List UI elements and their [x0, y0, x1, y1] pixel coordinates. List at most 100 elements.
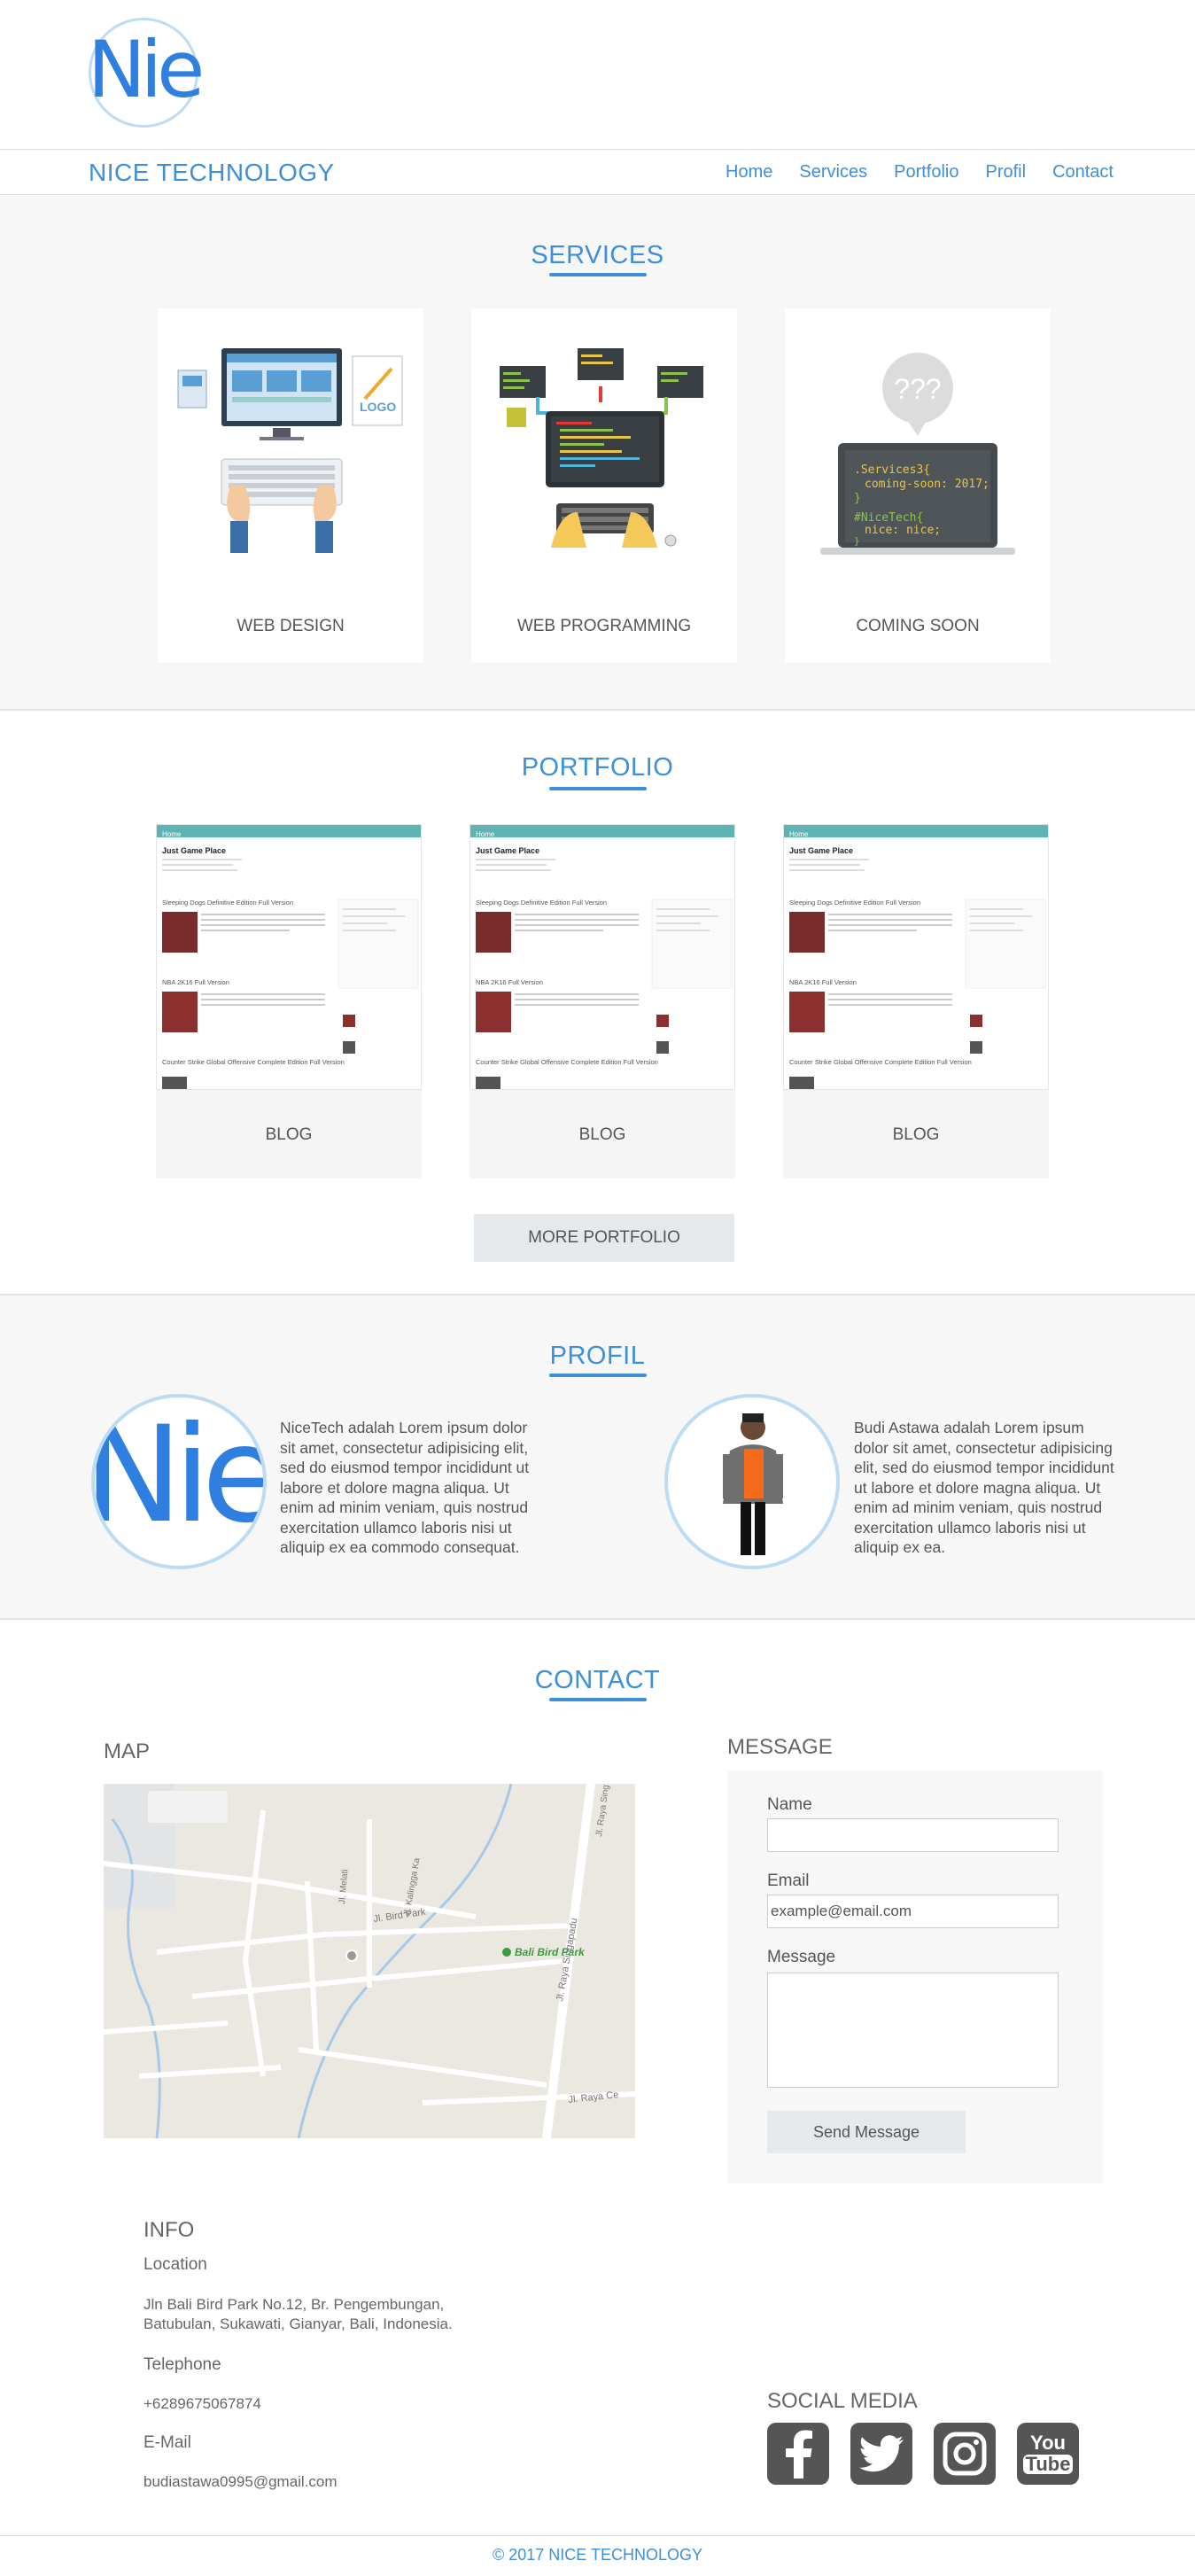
location-line-1: Jln Bali Bird Park No.12, Br. Pengembung…	[144, 2296, 445, 2313]
budi-avatar	[664, 1394, 840, 1569]
map-title: MAP	[104, 1739, 151, 1763]
code-line-2: coming-soon: 2017;	[865, 478, 989, 491]
profil-title: PROFIL	[549, 1342, 646, 1370]
youtube-icon-text-2: Tube	[1022, 2455, 1074, 2474]
instagram-icon[interactable]	[934, 2423, 996, 2485]
portfolio-card-2[interactable]: Home Just Game Place Sleeping Dogs Defin…	[469, 824, 735, 1179]
more-portfolio-button[interactable]: MORE PORTFOLIO	[474, 1214, 734, 1262]
location-label: Location	[144, 2255, 207, 2274]
map-label-poi: Bali Bird Park	[515, 1946, 586, 1958]
code-line-6: }	[854, 535, 860, 547]
send-message-button[interactable]: Send Message	[767, 2111, 966, 2153]
portfolio-label-2: BLOG	[578, 1125, 626, 1144]
message-form: Name Email Message Send Message	[727, 1771, 1103, 2183]
service-card-web-design[interactable]: LOGO WEB DESIGN	[158, 308, 423, 663]
thumb-content: Sleeping Dogs Definitive Edition Full Ve…	[789, 859, 1046, 1089]
services-title: SERVICES	[531, 241, 664, 269]
facebook-icon[interactable]	[767, 2423, 829, 2485]
coming-soon-illustration: ??? .Services3{ coming-soon: 2017; } #Ni…	[820, 353, 1015, 555]
web-design-illustration: LOGO	[177, 348, 403, 553]
thumb-content: Sleeping Dogs Definitive Edition Full Ve…	[162, 859, 419, 1089]
nicetech-avatar: Nie	[91, 1394, 267, 1569]
site-logo-text: Nie	[87, 24, 205, 115]
thumb-navbar: Home	[157, 825, 421, 838]
portfolio-label-3: BLOG	[892, 1125, 940, 1144]
contact-underline	[548, 1698, 647, 1701]
contact-section: CONTACT MAP Jl. Bird Park Bali Bird Park…	[0, 1620, 1195, 2536]
map-widget[interactable]: Jl. Bird Park Bali Bird Park Jl. Raya Si…	[104, 1784, 635, 2138]
person-icon	[723, 1413, 783, 1555]
nav-services[interactable]: Services	[799, 162, 867, 183]
thumb-post-1: Sleeping Dogs Definitive Edition Full Ve…	[162, 899, 293, 907]
nav-contact[interactable]: Contact	[1052, 162, 1114, 183]
thumb-content: Sleeping Dogs Definitive Edition Full Ve…	[476, 859, 733, 1089]
navbar: NICE TECHNOLOGY Home Services Portfolio …	[0, 149, 1195, 195]
portfolio-underline	[548, 787, 647, 790]
code-line-5: nice: nice;	[865, 524, 941, 537]
location-line-2: Batubulan, Sukawati, Gianyar, Bali, Indo…	[144, 2315, 453, 2332]
email-value[interactable]: budiastawa0995@gmail.com	[144, 2472, 338, 2492]
code-line-1: .Services3{	[854, 463, 930, 477]
portfolio-section: PORTFOLIO Home Just Game Place Sleeping …	[0, 711, 1195, 1296]
budi-description: Budi Astawa adalah Lorem ipsum dolor sit…	[854, 1419, 1114, 1556]
twitter-icon[interactable]	[850, 2423, 912, 2485]
thumb-post-3: Counter Strike Global Offensive Complete…	[162, 1058, 345, 1066]
code-line-3: }	[854, 492, 861, 505]
services-underline	[548, 273, 647, 276]
name-input[interactable]	[767, 1818, 1059, 1852]
nicetech-description: NiceTech adalah Lorem ipsum dolor sit am…	[280, 1419, 530, 1556]
message-label: Message	[767, 1948, 836, 1966]
portfolio-thumbnail[interactable]: Home Just Game Place Sleeping Dogs Defin…	[156, 824, 422, 1090]
services-section: SERVICES LOGO WEB DESIGN WEB PROGRAMMING…	[0, 195, 1195, 711]
service-label-web-programming: WEB PROGRAMMING	[516, 617, 692, 635]
email-info-label: E-Mail	[144, 2433, 191, 2452]
brand-name[interactable]: NICE TECHNOLOGY	[89, 159, 335, 187]
telephone-value[interactable]: +6289675067874	[144, 2394, 261, 2414]
thumb-post-3: Counter Strike Global Offensive Complete…	[476, 1058, 658, 1066]
thumb-post-1: Sleeping Dogs Definitive Edition Full Ve…	[789, 899, 920, 907]
web-programming-illustration	[500, 348, 703, 548]
portfolio-title: PORTFOLIO	[521, 753, 674, 782]
logo-band: Nie	[0, 0, 1195, 149]
thumb-post-3: Counter Strike Global Offensive Complete…	[789, 1058, 972, 1066]
map-canvas[interactable]: Jl. Bird Park Bali Bird Park Jl. Raya Si…	[104, 1784, 635, 2138]
message-title: MESSAGE	[727, 1735, 833, 1759]
youtube-icon-text-1: You	[1030, 2432, 1066, 2454]
thumb-post-2: NBA 2K16 Full Version	[162, 978, 229, 986]
profil-section: PROFIL Nie NiceTech adalah Lorem ipsum d…	[0, 1296, 1195, 1620]
telephone-label: Telephone	[144, 2355, 221, 2374]
service-label-coming-soon: COMING SOON	[856, 617, 980, 635]
portfolio-card-1[interactable]: Home Just Game Place Sleeping Dogs Defin…	[156, 824, 422, 1179]
nicetech-avatar-text: Nie	[91, 1398, 267, 1553]
portfolio-thumbnail[interactable]: Home Just Game Place Sleeping Dogs Defin…	[783, 824, 1049, 1090]
thumb-post-2: NBA 2K16 Full Version	[789, 978, 857, 986]
nav-links: Home Services Portfolio Profil Contact	[726, 162, 1114, 183]
info-title: INFO	[144, 2218, 195, 2242]
site-logo[interactable]: Nie	[87, 18, 205, 128]
contact-title: CONTACT	[534, 1666, 661, 1694]
nav-home[interactable]: Home	[726, 162, 772, 183]
service-card-coming-soon[interactable]: ??? .Services3{ coming-soon: 2017; } #Ni…	[785, 308, 1051, 663]
footer: © 2017 NICE TECHNOLOGY	[0, 2537, 1195, 2576]
email-label: Email	[767, 1872, 810, 1890]
thumb-post-2: NBA 2K16 Full Version	[476, 978, 543, 986]
nav-portfolio[interactable]: Portfolio	[894, 162, 958, 183]
thumb-navbar: Home	[784, 825, 1048, 838]
logo-sketch-text: LOGO	[360, 400, 396, 414]
profil-underline	[548, 1374, 647, 1377]
service-card-web-programming[interactable]: WEB PROGRAMMING	[471, 308, 737, 663]
thumb-navbar: Home	[470, 825, 734, 838]
name-label: Name	[767, 1795, 812, 1814]
portfolio-thumbnail[interactable]: Home Just Game Place Sleeping Dogs Defin…	[469, 824, 735, 1090]
map-pin-icon[interactable]	[345, 1950, 358, 1962]
thumb-post-1: Sleeping Dogs Definitive Edition Full Ve…	[476, 899, 607, 907]
message-textarea[interactable]	[767, 1973, 1059, 2088]
email-input[interactable]	[767, 1895, 1059, 1928]
youtube-icon[interactable]: You Tube	[1017, 2423, 1079, 2485]
speech-bubble-text: ???	[894, 373, 941, 405]
portfolio-card-3[interactable]: Home Just Game Place Sleeping Dogs Defin…	[783, 824, 1049, 1179]
nav-profil[interactable]: Profil	[985, 162, 1026, 183]
service-label-web-design: WEB DESIGN	[237, 617, 345, 635]
social-media-title: SOCIAL MEDIA	[767, 2389, 918, 2413]
portfolio-label-1: BLOG	[265, 1125, 313, 1144]
